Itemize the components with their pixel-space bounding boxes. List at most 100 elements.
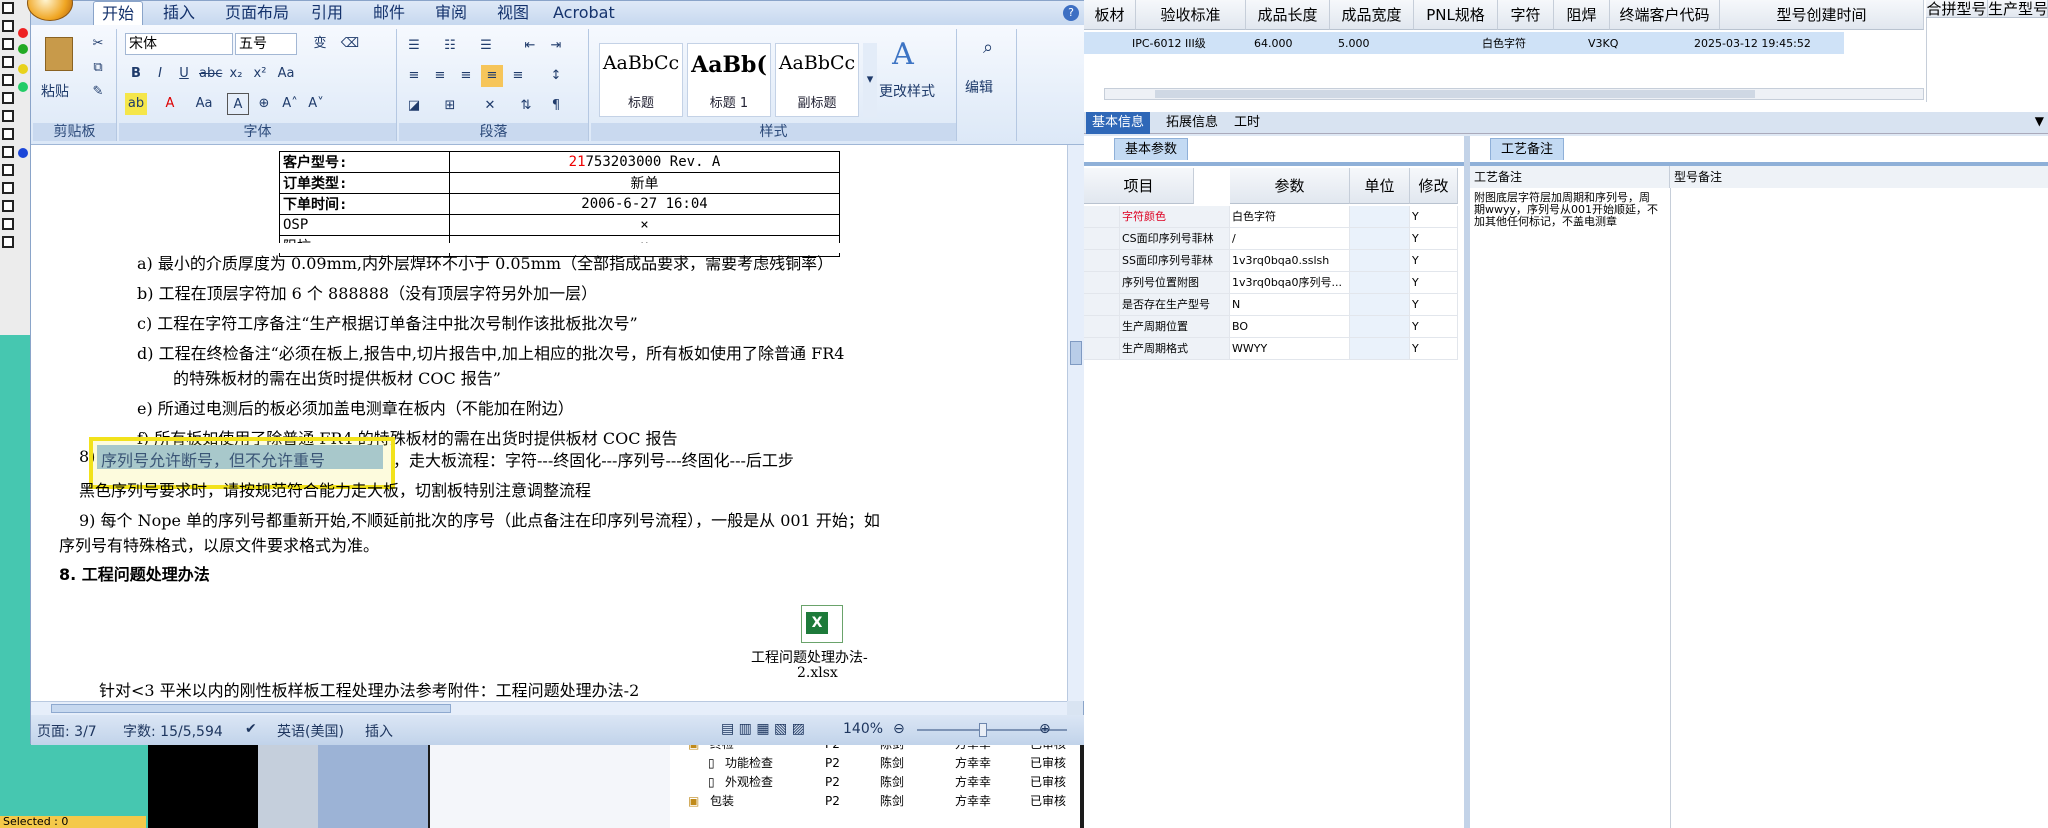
grid-header[interactable]: 参数	[1230, 168, 1350, 204]
zoom-out-icon[interactable]: ⊖	[893, 721, 905, 737]
language-indicator[interactable]: 英语(美国)	[277, 721, 344, 741]
align-left-icon[interactable]: ≡	[403, 65, 425, 87]
distributed-icon[interactable]: ≡	[507, 65, 529, 87]
tab-acrobat[interactable]: Acrobat	[545, 1, 623, 25]
tab-review[interactable]: 审阅	[427, 1, 475, 25]
style-heading1[interactable]: AaBb( 标题 1	[687, 43, 771, 117]
grid-header[interactable]: 项目	[1084, 168, 1194, 204]
col-header[interactable]: 型号创建时间	[1720, 0, 1924, 30]
zoom-level[interactable]: 140%	[843, 721, 883, 737]
col-header[interactable]: 合拼型号	[1926, 0, 1988, 18]
blue-color-icon[interactable]	[18, 148, 28, 158]
paste-icon[interactable]	[45, 37, 73, 71]
text-effect-icon[interactable]: Aa	[193, 93, 215, 115]
tool-icon[interactable]	[2, 182, 14, 194]
clear-format-icon[interactable]: ⌫	[339, 33, 361, 55]
param-item[interactable]: SS面印序列号菲林	[1120, 250, 1230, 272]
grid-hscroll[interactable]	[1104, 88, 1924, 100]
cut-icon[interactable]: ✂	[87, 33, 109, 55]
grid-header[interactable]: 修改	[1410, 168, 1458, 204]
justify-icon[interactable]: ≡	[481, 65, 503, 87]
align-right-icon[interactable]: ≡	[455, 65, 477, 87]
tab-basic-params[interactable]: 基本参数	[1114, 138, 1189, 160]
borders-icon[interactable]: ⊞	[439, 95, 461, 117]
param-unit[interactable]	[1350, 228, 1410, 250]
col-header[interactable]: 终端客户代码	[1610, 0, 1720, 30]
tool-icon[interactable]	[2, 20, 14, 32]
align-center-icon[interactable]: ≡	[429, 65, 451, 87]
change-styles-icon[interactable]: A	[883, 37, 923, 73]
bold-icon[interactable]: B	[125, 63, 147, 85]
tool-icon[interactable]	[2, 200, 14, 212]
increase-indent-icon[interactable]: ⇥	[545, 35, 567, 57]
tree-row[interactable]: ▣ 包装 P2 陈剑 方幸幸 已审核	[670, 792, 1080, 811]
param-value[interactable]: 白色字符	[1230, 206, 1350, 228]
param-unit[interactable]	[1350, 272, 1410, 294]
style-title[interactable]: AaBbCc 标题	[599, 43, 683, 117]
param-modified[interactable]: Y	[1410, 206, 1458, 228]
horizontal-scrollbar[interactable]	[31, 701, 1067, 715]
font-name-select[interactable]: 宋体	[125, 33, 233, 55]
param-modified[interactable]: Y	[1410, 316, 1458, 338]
strikethrough-icon[interactable]: abc	[199, 63, 222, 85]
param-item[interactable]: 序列号位置附图	[1120, 272, 1230, 294]
decrease-indent-icon[interactable]: ⇤	[519, 35, 541, 57]
col-header[interactable]: 阻焊	[1554, 0, 1610, 30]
tool-icon[interactable]	[2, 56, 14, 68]
hscroll-thumb[interactable]	[51, 704, 451, 713]
tab-references[interactable]: 引用	[303, 1, 351, 25]
param-value[interactable]: /	[1230, 228, 1350, 250]
tab-mailings[interactable]: 邮件	[365, 1, 413, 25]
tab-work-hours[interactable]: 工时	[1228, 112, 1266, 134]
tool-icon[interactable]	[2, 146, 14, 158]
col-header[interactable]: 验收标准	[1136, 0, 1246, 30]
param-modified[interactable]: Y	[1410, 338, 1458, 360]
col-header[interactable]: 成品长度	[1246, 0, 1330, 30]
col-header[interactable]: 生产型号	[1988, 0, 2048, 18]
param-value[interactable]: 1v3rq0bqa0序列号...	[1230, 272, 1350, 294]
param-item[interactable]: 字符颜色	[1120, 206, 1230, 228]
tab-insert[interactable]: 插入	[155, 1, 203, 25]
param-unit[interactable]	[1350, 206, 1410, 228]
tool-icon[interactable]	[2, 110, 14, 122]
attachment-name[interactable]: 工程问题处理办法-	[751, 647, 868, 667]
param-item[interactable]: 是否存在生产型号	[1120, 294, 1230, 316]
styles-scroll-icon[interactable]: ▾	[863, 43, 877, 117]
param-modified[interactable]: Y	[1410, 294, 1458, 316]
multilevel-list-icon[interactable]: ☰	[475, 35, 497, 57]
param-value[interactable]: N	[1230, 294, 1350, 316]
vertical-scrollbar[interactable]	[1067, 145, 1085, 701]
param-value[interactable]: WWYY	[1230, 338, 1350, 360]
tab-view[interactable]: 视图	[489, 1, 537, 25]
underline-icon[interactable]: U	[173, 63, 195, 85]
tool-icon[interactable]	[2, 128, 14, 140]
tool-icon[interactable]	[2, 74, 14, 86]
chinese-layout-icon[interactable]: ✕	[479, 95, 501, 117]
red-color-icon[interactable]	[18, 28, 28, 38]
line-spacing-icon[interactable]: ↕	[545, 65, 567, 87]
param-unit[interactable]	[1350, 338, 1410, 360]
attachment-name[interactable]: 2.xlsx	[797, 665, 838, 681]
subscript-icon[interactable]: x₂	[225, 63, 247, 85]
word-count[interactable]: 字数: 15/5,594	[123, 721, 223, 741]
tool-icon[interactable]	[2, 92, 14, 104]
format-painter-icon[interactable]: ✎	[87, 81, 109, 103]
tool-icon[interactable]	[2, 2, 14, 14]
param-unit[interactable]	[1350, 316, 1410, 338]
shrink-font-icon[interactable]: A˅	[305, 93, 327, 115]
copy-icon[interactable]: ⧉	[87, 57, 109, 79]
phonetic-button[interactable]: 变	[305, 33, 335, 55]
tool-icon[interactable]	[2, 218, 14, 230]
page-indicator[interactable]: 页面: 3/7	[37, 721, 97, 741]
spellcheck-icon[interactable]: ✔	[245, 721, 257, 737]
tool-icon[interactable]	[2, 236, 14, 248]
enclose-char-icon[interactable]: ⊕	[253, 93, 275, 115]
param-item[interactable]: CS面印序列号菲林	[1120, 228, 1230, 250]
chevron-down-icon[interactable]: ▼	[2035, 114, 2044, 128]
grow-font-icon[interactable]: A˄	[279, 93, 301, 115]
row-indicator[interactable]	[1084, 272, 1120, 294]
param-unit[interactable]	[1350, 294, 1410, 316]
col-header[interactable]: PNL规格	[1414, 0, 1498, 30]
param-item[interactable]: 生产周期位置	[1120, 316, 1230, 338]
param-item[interactable]: 生产周期格式	[1120, 338, 1230, 360]
